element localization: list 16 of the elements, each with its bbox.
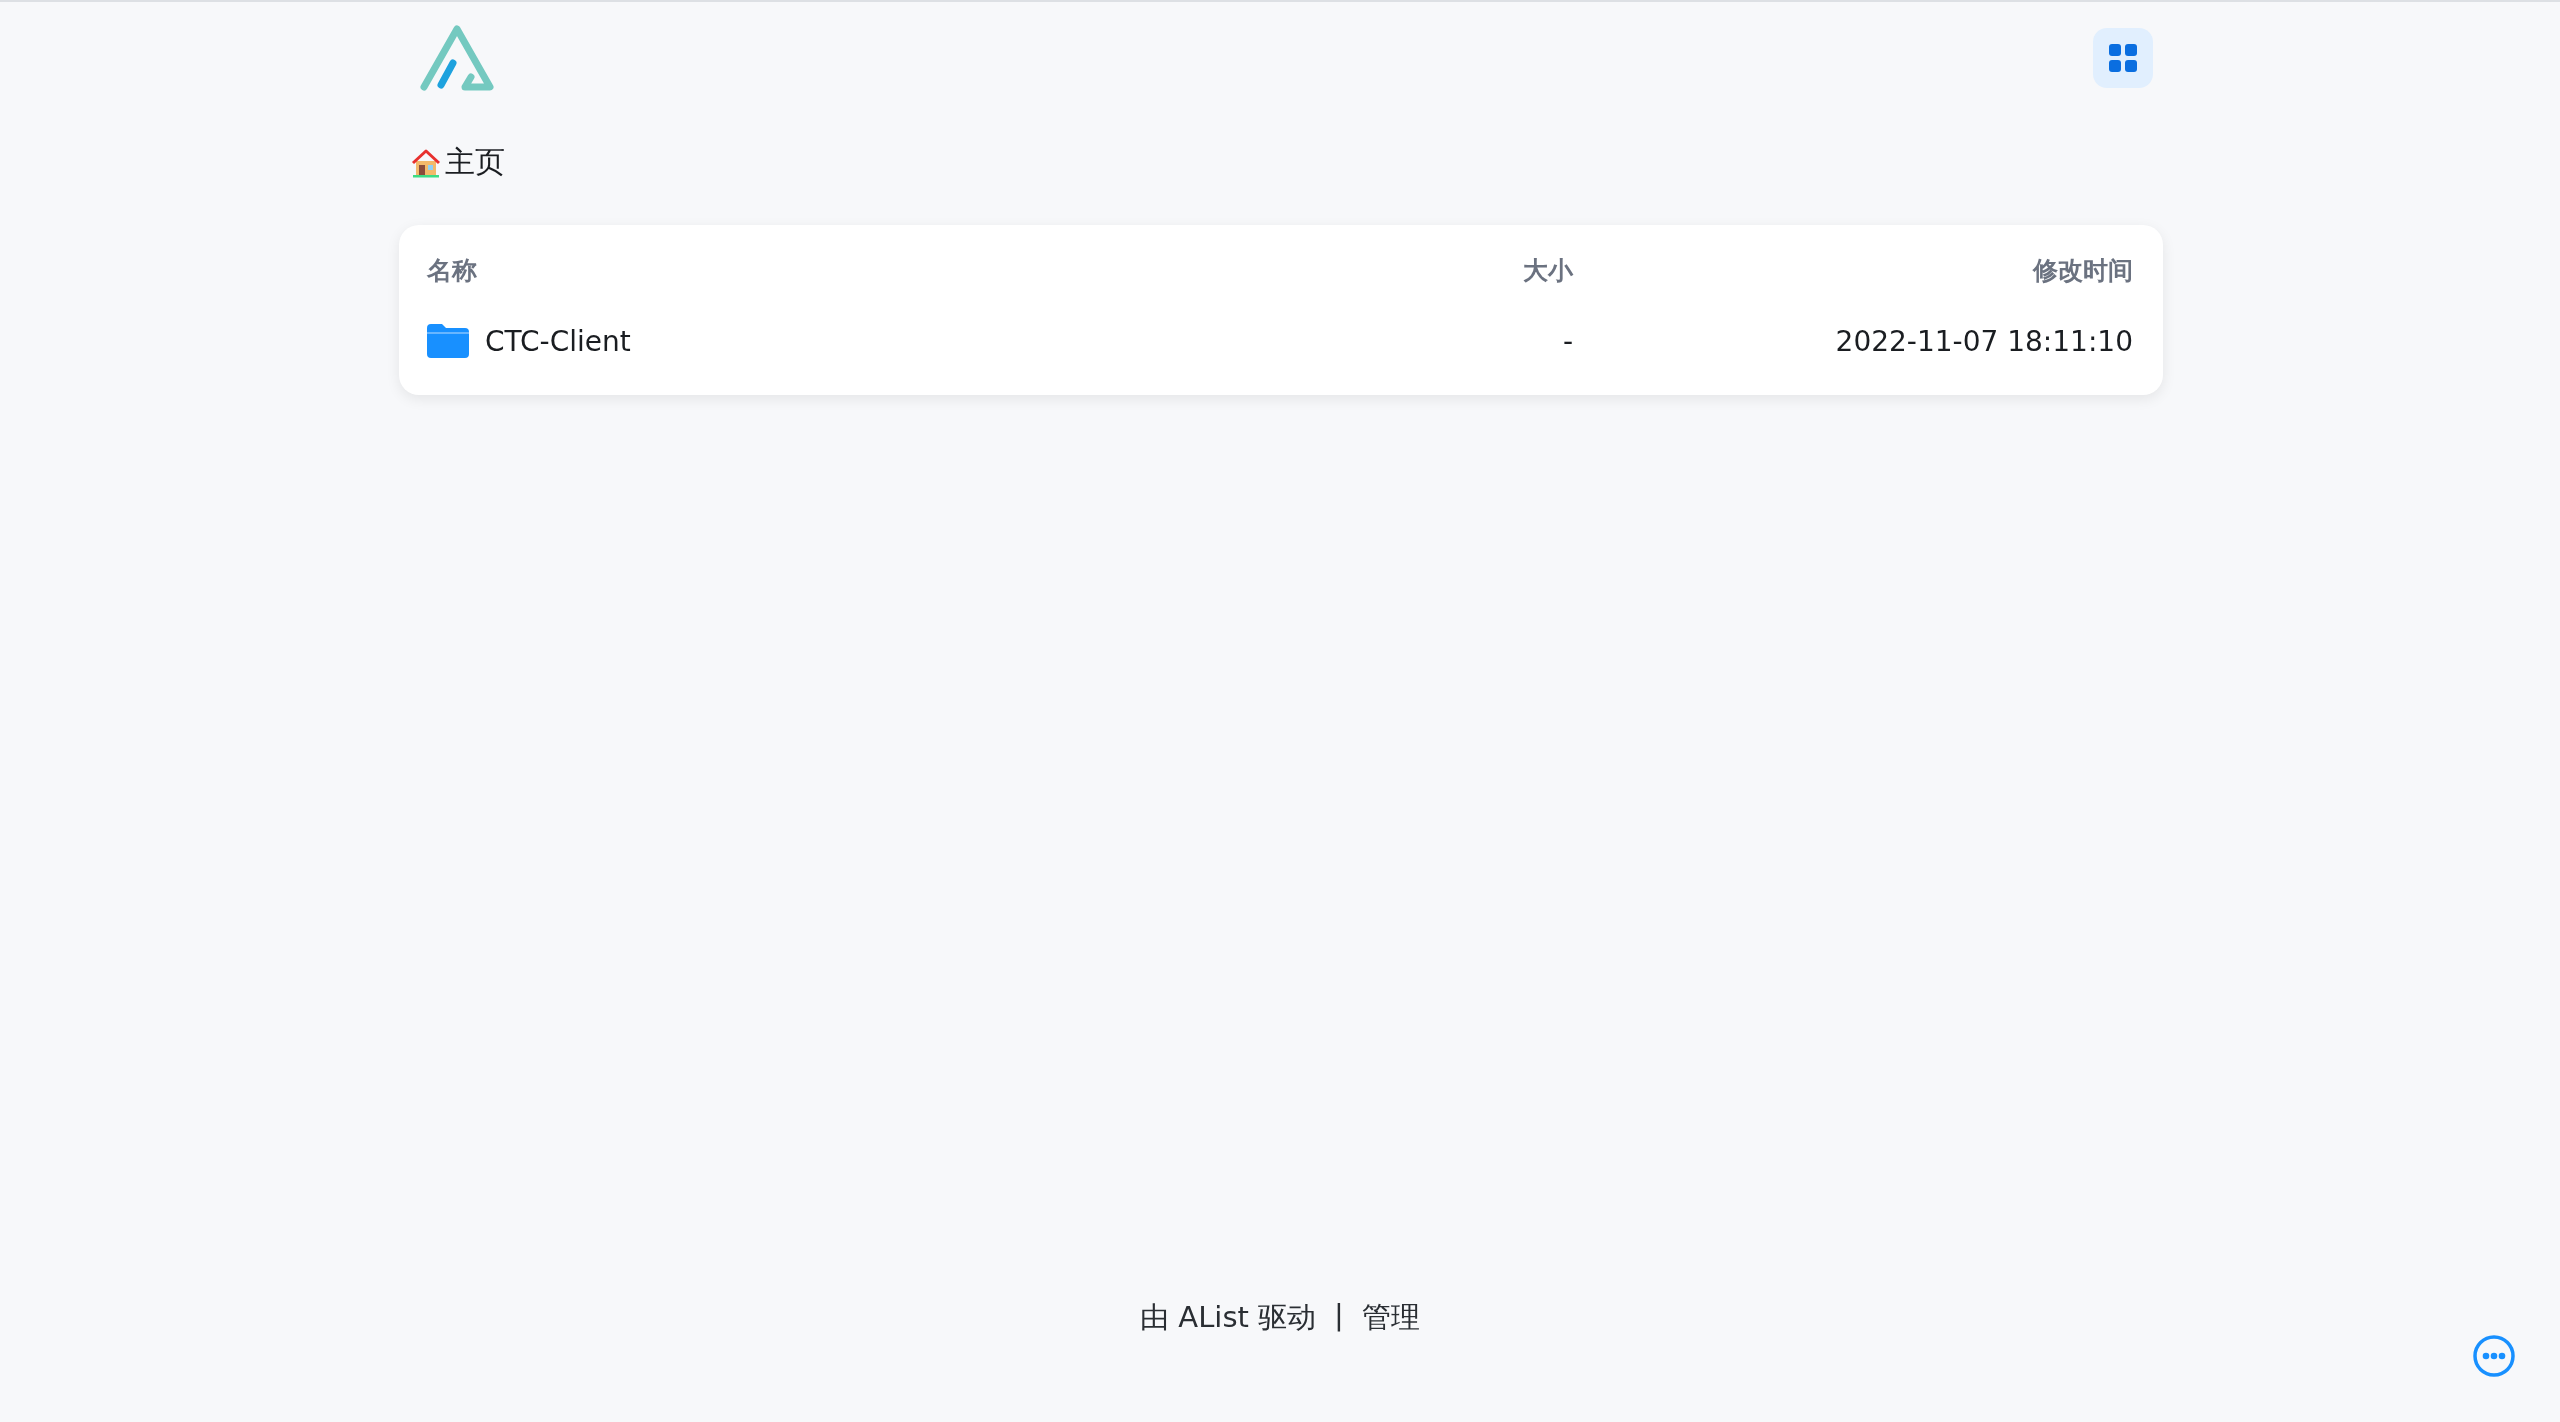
file-name-link[interactable]: CTC-Client xyxy=(485,324,631,358)
column-header[interactable]: 修改时间 xyxy=(1573,253,2133,287)
column-header[interactable]: 名称 xyxy=(427,253,1273,287)
more-options-button[interactable] xyxy=(2472,1334,2516,1378)
powered-by-link[interactable]: 由 AList 驱动 xyxy=(1140,1298,1317,1338)
breadcrumb-link[interactable]: 主页 xyxy=(445,142,505,183)
manage-link[interactable]: 管理 xyxy=(1361,1298,1420,1338)
logo-icon[interactable] xyxy=(419,25,495,91)
house-icon xyxy=(411,147,441,178)
grid-icon xyxy=(2108,43,2138,73)
column-header[interactable]: 大小 xyxy=(1273,253,1573,287)
grid-view-button[interactable] xyxy=(2093,28,2153,88)
modified-time-cell-text: 2022-11-07 18:11:10 xyxy=(1834,324,2133,358)
folder-icon xyxy=(427,324,469,358)
footer-separator: | xyxy=(1334,1298,1344,1334)
size-cell-text: - xyxy=(1561,324,1573,358)
